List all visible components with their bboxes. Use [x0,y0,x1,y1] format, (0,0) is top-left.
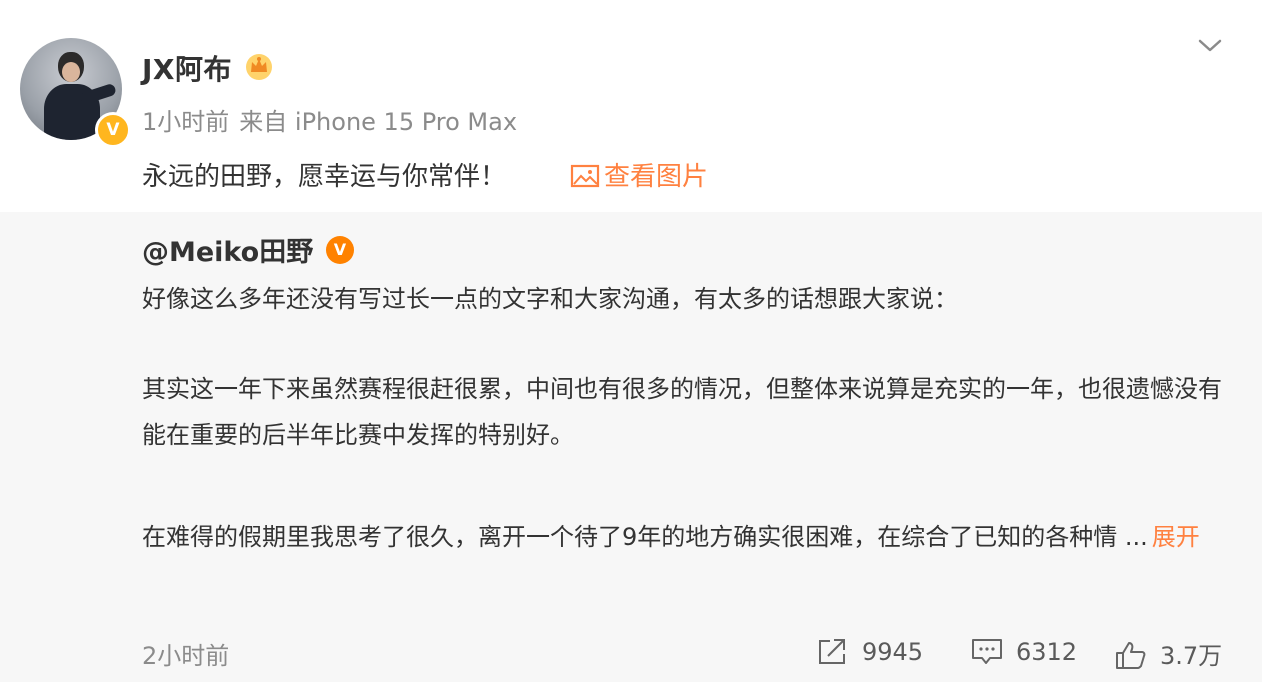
repost-paragraph-3-text: 在难得的假期里我思考了很久，离开一个待了9年的地方确实很困难，在综合了已知的各种… [142,523,1148,551]
verified-badge-icon: V [95,112,131,148]
username[interactable]: JX阿布 [142,48,232,88]
repost-paragraph-2: 其实这一年下来虽然赛程很赶很累，中间也有很多的情况，但整体来说算是充实的一年，也… [142,375,1222,449]
repost-author[interactable]: @Meiko田野 [142,230,313,269]
repost-time[interactable]: 2小时前 [142,636,229,671]
thumbs-up-icon [1116,642,1146,669]
view-image-link[interactable]: 查看图片 [570,156,708,193]
expand-link[interactable]: 展开 [1152,523,1200,551]
comment-button[interactable]: 6312 [970,636,1077,666]
share-button[interactable]: 9945 [816,636,923,666]
repost-count: 9945 [862,638,924,666]
comment-count: 6312 [1016,638,1078,666]
post-meta: 1小时前 来自 iPhone 15 Pro Max [142,102,517,137]
image-icon [570,164,600,188]
post-time[interactable]: 1小时前 [142,108,229,136]
repost-paragraph-1: 好像这么多年还没有写过长一点的文字和大家沟通，有太多的话想跟大家说： [142,285,958,313]
like-count: 3.7万 [1160,642,1223,670]
post-source: 来自 iPhone 15 Pro Max [239,108,518,136]
avatar-face [62,62,80,82]
comment-icon [972,639,1002,664]
crown-icon [246,54,272,80]
share-icon [819,639,845,664]
repost-card[interactable]: @Meiko田野 V 好像这么多年还没有写过长一点的文字和大家沟通，有太多的话想… [0,212,1262,682]
repost-paragraph-3: 在难得的假期里我思考了很久，离开一个待了9年的地方确实很困难，在综合了已知的各种… [142,514,1232,560]
post-text: 永远的田野，愿幸运与你常伴！ [142,162,507,192]
like-button[interactable]: 3.7万 [1114,636,1222,671]
orange-verified-icon: V [326,236,354,264]
view-image-label: 查看图片 [604,162,709,192]
chevron-down-icon[interactable] [1196,36,1224,56]
